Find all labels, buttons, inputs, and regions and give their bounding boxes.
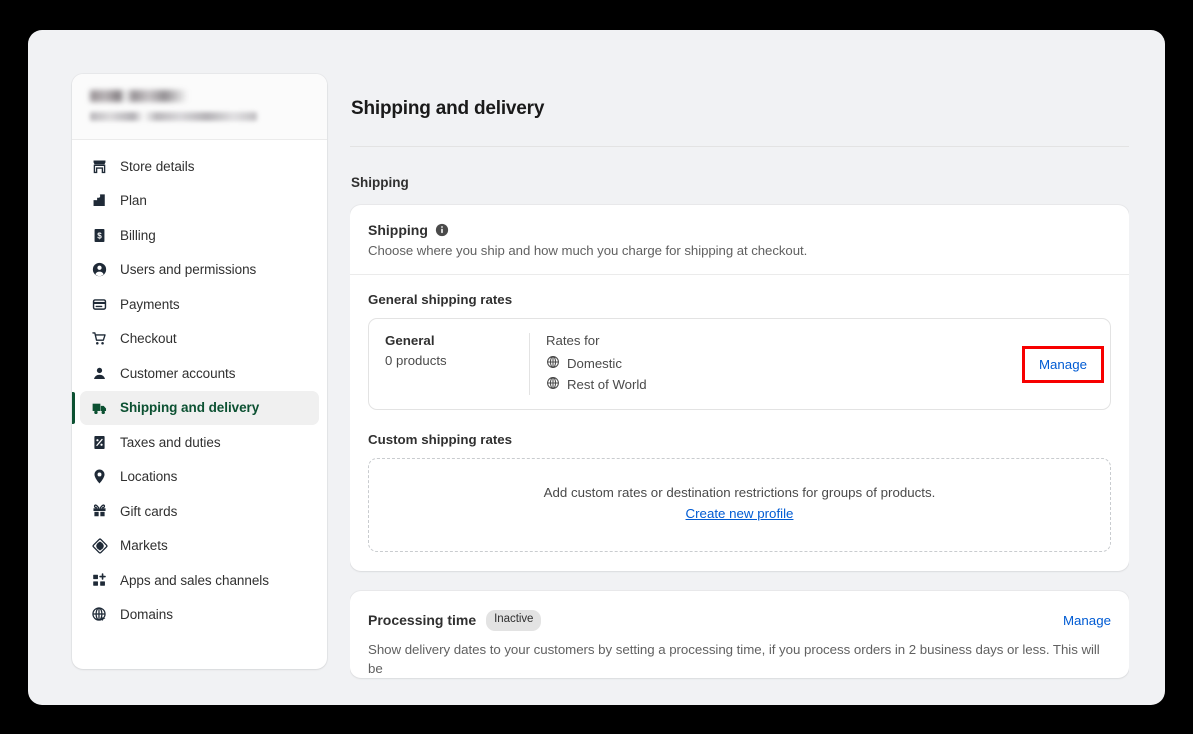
status-badge: Inactive (486, 610, 542, 631)
settings-nav-list: Store details Plan $ Billing Users and p… (72, 140, 327, 632)
sidebar-item-label: Checkout (120, 331, 177, 346)
profile-product-count: 0 products (385, 353, 447, 368)
profile-name-column: General 0 products (369, 333, 529, 395)
shipping-card: Shipping Choose where you ship and how m… (350, 205, 1129, 571)
sidebar-item-label: Plan (120, 193, 147, 208)
truck-icon (90, 398, 109, 417)
profile-name: General (385, 333, 435, 348)
custom-shipping-rates-section: Custom shipping rates Add custom rates o… (368, 432, 1111, 552)
globe-icon (546, 355, 560, 372)
sidebar-item-label: Locations (120, 469, 178, 484)
app-viewport: Store details Plan $ Billing Users and p… (28, 30, 1165, 705)
apps-grid-plus-icon (90, 571, 109, 590)
store-identity-header[interactable] (72, 74, 327, 140)
create-new-profile-link[interactable]: Create new profile (686, 506, 794, 521)
browser-window-frame: Store details Plan $ Billing Users and p… (28, 30, 1165, 705)
shipping-profile-row: General 0 products Rates for Domestic Re… (368, 318, 1111, 410)
map-pin-icon (90, 467, 109, 486)
sidebar-item-checkout[interactable]: Checkout (80, 322, 319, 356)
zone-label: Domestic (567, 356, 622, 371)
sidebar-item-label: Customer accounts (120, 365, 236, 381)
sidebar-item-label: Gift cards (120, 503, 178, 519)
sidebar-item-markets[interactable]: Markets (80, 529, 319, 563)
custom-rates-empty-text: Add custom rates or destination restrict… (543, 485, 936, 500)
shipping-card-header: Shipping Choose where you ship and how m… (350, 205, 1129, 275)
cart-icon (90, 329, 109, 348)
sidebar-item-label: Billing (120, 227, 156, 243)
sidebar-item-label: Store details (120, 158, 195, 174)
profile-rates-column: Rates for Domestic Rest of World (530, 333, 1022, 395)
sidebar-item-domains[interactable]: Domains (80, 598, 319, 632)
settings-sidebar: Store details Plan $ Billing Users and p… (72, 74, 327, 669)
shipping-card-title: Shipping (368, 222, 428, 238)
manage-shipping-profile-link[interactable]: Manage (1039, 357, 1087, 372)
store-domain-redacted (90, 112, 257, 121)
zone-domestic: Domestic (546, 353, 1006, 374)
sidebar-item-billing[interactable]: $ Billing (80, 218, 319, 252)
custom-rates-empty-state: Add custom rates or destination restrict… (368, 458, 1111, 552)
domains-globe-icon (90, 605, 109, 624)
sidebar-item-label: Taxes and duties (120, 434, 221, 450)
markets-globe-icon (90, 536, 109, 555)
rates-for-label: Rates for (546, 333, 600, 348)
sidebar-item-taxes-and-duties[interactable]: Taxes and duties (80, 425, 319, 459)
user-circle-icon (90, 260, 109, 279)
gift-icon (90, 502, 109, 521)
person-icon (90, 364, 109, 383)
sidebar-item-label: Payments (120, 296, 180, 312)
sidebar-item-label: Users and permissions (120, 262, 257, 277)
sidebar-item-shipping-and-delivery[interactable]: Shipping and delivery (72, 390, 319, 425)
main-content: Shipping and delivery Shipping Shipping (350, 74, 1129, 705)
profile-action-column: Manage (1021, 333, 1110, 395)
sidebar-item-store-details[interactable]: Store details (80, 149, 319, 183)
page-title: Shipping and delivery (351, 98, 545, 119)
sidebar-item-users-and-permissions[interactable]: Users and permissions (80, 253, 319, 287)
sidebar-item-label: Apps and sales channels (120, 572, 269, 588)
globe-icon (546, 376, 560, 393)
info-icon[interactable] (435, 223, 450, 238)
sidebar-item-label: Markets (120, 538, 168, 553)
shipping-card-body: General shipping rates General 0 product… (350, 275, 1129, 571)
processing-time-description: Show delivery dates to your customers by… (368, 641, 1100, 676)
sidebar-item-gift-cards[interactable]: Gift cards (80, 494, 319, 528)
sidebar-item-label: Domains (120, 607, 173, 622)
store-icon (90, 157, 109, 176)
manage-highlight-annotation: Manage (1021, 345, 1104, 383)
section-heading-shipping: Shipping (351, 175, 409, 190)
processing-time-title: Processing time (368, 612, 477, 629)
billing-receipt-icon: $ (90, 226, 109, 245)
sidebar-item-plan[interactable]: Plan (80, 184, 319, 218)
sidebar-item-apps-and-sales-channels[interactable]: Apps and sales channels (80, 563, 319, 597)
zone-label: Rest of World (567, 377, 647, 392)
plan-steps-icon (90, 191, 109, 210)
manage-processing-time-link[interactable]: Manage (1063, 613, 1111, 628)
zone-rest-of-world: Rest of World (546, 374, 1006, 395)
sidebar-item-customer-accounts[interactable]: Customer accounts (80, 356, 319, 390)
tax-percent-icon (90, 433, 109, 452)
general-rates-label: General shipping rates (368, 292, 513, 307)
sidebar-item-label: Shipping and delivery (120, 400, 260, 415)
title-divider (350, 146, 1129, 147)
shipping-card-subtitle: Choose where you ship and how much you c… (368, 243, 808, 258)
sidebar-item-locations[interactable]: Locations (80, 460, 319, 494)
sidebar-item-payments[interactable]: Payments (80, 287, 319, 321)
payments-card-icon (90, 295, 109, 314)
svg-text:$: $ (97, 231, 102, 240)
custom-rates-label: Custom shipping rates (368, 432, 513, 447)
store-name-redacted (90, 90, 188, 102)
processing-time-header: Processing time Inactive Manage (350, 591, 1129, 631)
shipping-card-title-row: Shipping (368, 222, 1111, 238)
processing-time-card: Processing time Inactive Manage Show del… (350, 591, 1129, 679)
